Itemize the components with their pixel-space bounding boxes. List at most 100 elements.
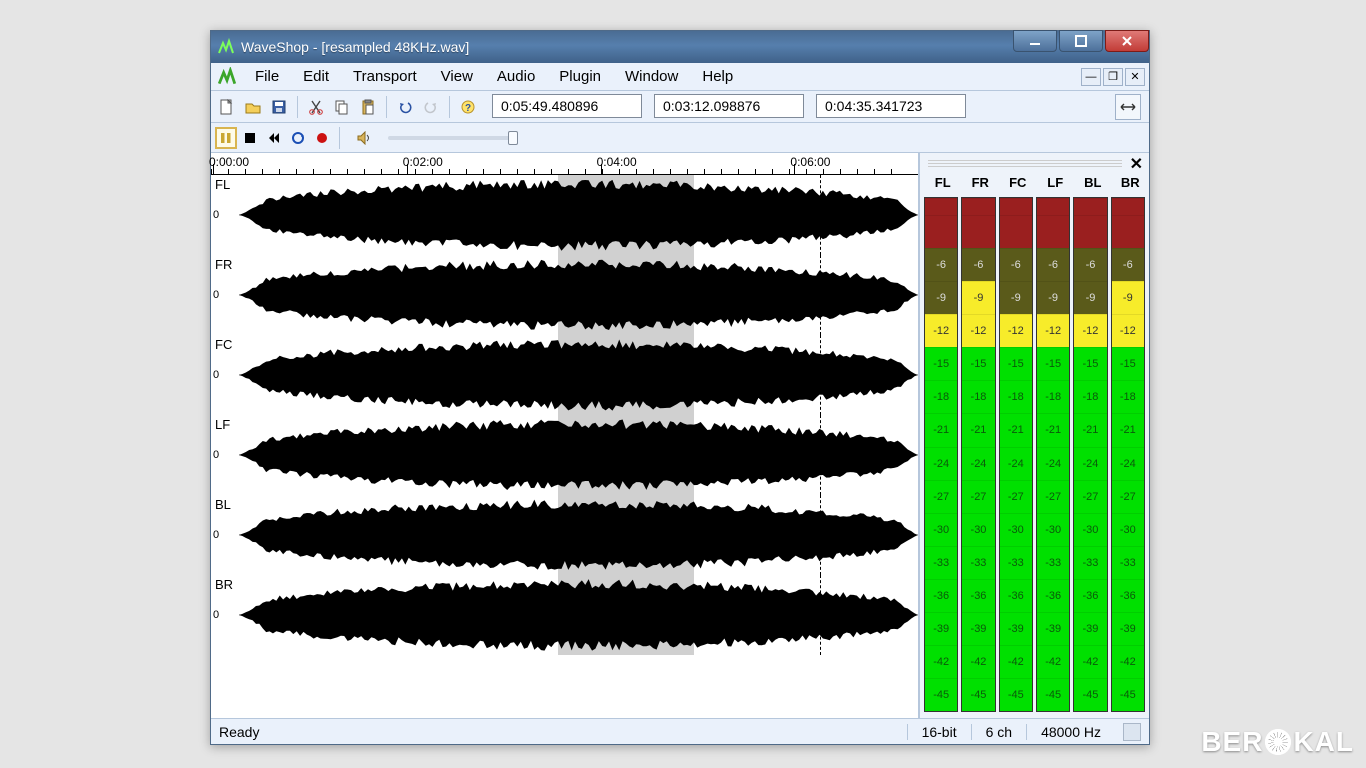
stop-button[interactable]	[239, 127, 261, 149]
track-body[interactable]	[239, 255, 918, 335]
waveform	[239, 255, 918, 335]
mdi-restore-button[interactable]: ❐	[1103, 68, 1123, 86]
waveform	[239, 415, 918, 495]
meter-panel: ✕ FLFRFCLFBLBR -45-42-39-36-33-30-27-24-…	[919, 153, 1149, 718]
minimize-button[interactable]	[1013, 30, 1057, 52]
track-body[interactable]	[239, 175, 918, 255]
resize-grip[interactable]	[1123, 723, 1141, 741]
meter-cell: -45	[1037, 678, 1069, 711]
track-fr[interactable]: 0FR	[211, 255, 918, 335]
rewind-button[interactable]	[263, 127, 285, 149]
meter-cell: -9	[1037, 281, 1069, 314]
meter-cell: -45	[1074, 678, 1106, 711]
ruler-label: 0:00:00	[209, 155, 249, 169]
meter-cell: -9	[925, 281, 957, 314]
track-body[interactable]	[239, 415, 918, 495]
track-body[interactable]	[239, 495, 918, 575]
meter-cell: -9	[1074, 281, 1106, 314]
meter-cell: -15	[1037, 347, 1069, 380]
time-ruler[interactable]: 0:00:000:02:000:04:000:06:00	[211, 153, 918, 175]
time-cursor[interactable]: 0:05:49.480896	[492, 94, 642, 118]
menu-plugin[interactable]: Plugin	[547, 65, 613, 88]
track-fl[interactable]: 0FL	[211, 175, 918, 255]
toolbar-main: ? 0:05:49.480896 0:03:12.098876 0:04:35.…	[211, 91, 1149, 123]
track-body[interactable]	[239, 335, 918, 415]
meter-cell: -24	[962, 447, 994, 480]
meter-column-fc: -45-42-39-36-33-30-27-24-21-18-15-12-9-6…	[999, 197, 1033, 712]
new-button[interactable]	[215, 95, 239, 119]
open-button[interactable]	[241, 95, 265, 119]
meter-cell: -18	[1000, 380, 1032, 413]
menu-view[interactable]: View	[429, 65, 485, 88]
meter-close-button[interactable]: ✕	[1130, 154, 1143, 174]
menu-file[interactable]: File	[243, 65, 291, 88]
maximize-button[interactable]	[1059, 30, 1103, 52]
loop-button[interactable]	[287, 127, 309, 149]
waveform	[239, 175, 918, 255]
meter-cell: -24	[1000, 447, 1032, 480]
undo-button[interactable]	[393, 95, 417, 119]
meter-cell: -33	[1074, 546, 1106, 579]
mdi-minimize-button[interactable]: —	[1081, 68, 1101, 86]
toolbar-transport	[211, 123, 1149, 153]
meter-cell: -21	[1037, 413, 1069, 446]
help-button[interactable]: ?	[456, 95, 480, 119]
volume-slider[interactable]	[388, 136, 518, 140]
record-button[interactable]	[311, 127, 333, 149]
channel-label: FR	[215, 257, 232, 272]
status-rate: 48000 Hz	[1026, 724, 1115, 740]
meter-cell: -27	[1000, 480, 1032, 513]
meter-header[interactable]: ✕	[920, 153, 1149, 175]
slider-thumb[interactable]	[508, 131, 518, 145]
menu-transport[interactable]: Transport	[341, 65, 429, 88]
meter-cell: -30	[1000, 513, 1032, 546]
close-button[interactable]	[1105, 30, 1149, 52]
main-area: 0:00:000:02:000:04:000:06:00 0FL0FR0FC0L…	[211, 153, 1149, 718]
meter-cell: -21	[1112, 413, 1144, 446]
menu-edit[interactable]: Edit	[291, 65, 341, 88]
meter-cell: -27	[1037, 480, 1069, 513]
menu-window[interactable]: Window	[613, 65, 690, 88]
track-fc[interactable]: 0FC	[211, 335, 918, 415]
time-selection-length[interactable]: 0:04:35.341723	[816, 94, 966, 118]
menu-help[interactable]: Help	[690, 65, 745, 88]
time-selection-start[interactable]: 0:03:12.098876	[654, 94, 804, 118]
meter-cell: -42	[1074, 645, 1106, 678]
menu-audio[interactable]: Audio	[485, 65, 547, 88]
meter-cell: -36	[925, 579, 957, 612]
track-bl[interactable]: 0BL	[211, 495, 918, 575]
meter-cell: -27	[962, 480, 994, 513]
titlebar[interactable]: WaveShop - [resampled 48KHz.wav]	[211, 31, 1149, 63]
paste-button[interactable]	[356, 95, 380, 119]
track-body[interactable]	[239, 575, 918, 655]
meter-cell: -3	[1037, 215, 1069, 248]
meter-cell: -3	[1112, 215, 1144, 248]
meter-cell: -27	[1074, 480, 1106, 513]
track-br[interactable]: 0BR	[211, 575, 918, 655]
waveform	[239, 495, 918, 575]
meter-cell: -21	[1074, 413, 1106, 446]
save-button[interactable]	[267, 95, 291, 119]
meter-cell: -27	[1112, 480, 1144, 513]
svg-text:?: ?	[465, 103, 471, 114]
cut-button[interactable]	[304, 95, 328, 119]
fit-button[interactable]	[1115, 94, 1141, 120]
volume-icon[interactable]	[354, 127, 376, 149]
ruler-label: 0:06:00	[790, 155, 830, 169]
status-ready: Ready	[219, 724, 259, 740]
status-channels: 6 ch	[971, 724, 1026, 740]
mdi-close-button[interactable]: ✕	[1125, 68, 1145, 86]
channel-label: BR	[215, 577, 233, 592]
meter-cell: -9	[1000, 281, 1032, 314]
meter-cell: -6	[925, 248, 957, 281]
meter-cell: -6	[1000, 248, 1032, 281]
copy-button[interactable]	[330, 95, 354, 119]
track-lf[interactable]: 0LF	[211, 415, 918, 495]
meter-grip[interactable]	[928, 160, 1122, 168]
doc-icon	[217, 67, 237, 87]
pause-button[interactable]	[215, 127, 237, 149]
redo-button[interactable]	[419, 95, 443, 119]
track-gutter: 0FC	[211, 335, 239, 415]
meter-cell: -24	[1112, 447, 1144, 480]
meter-cell: -42	[1112, 645, 1144, 678]
